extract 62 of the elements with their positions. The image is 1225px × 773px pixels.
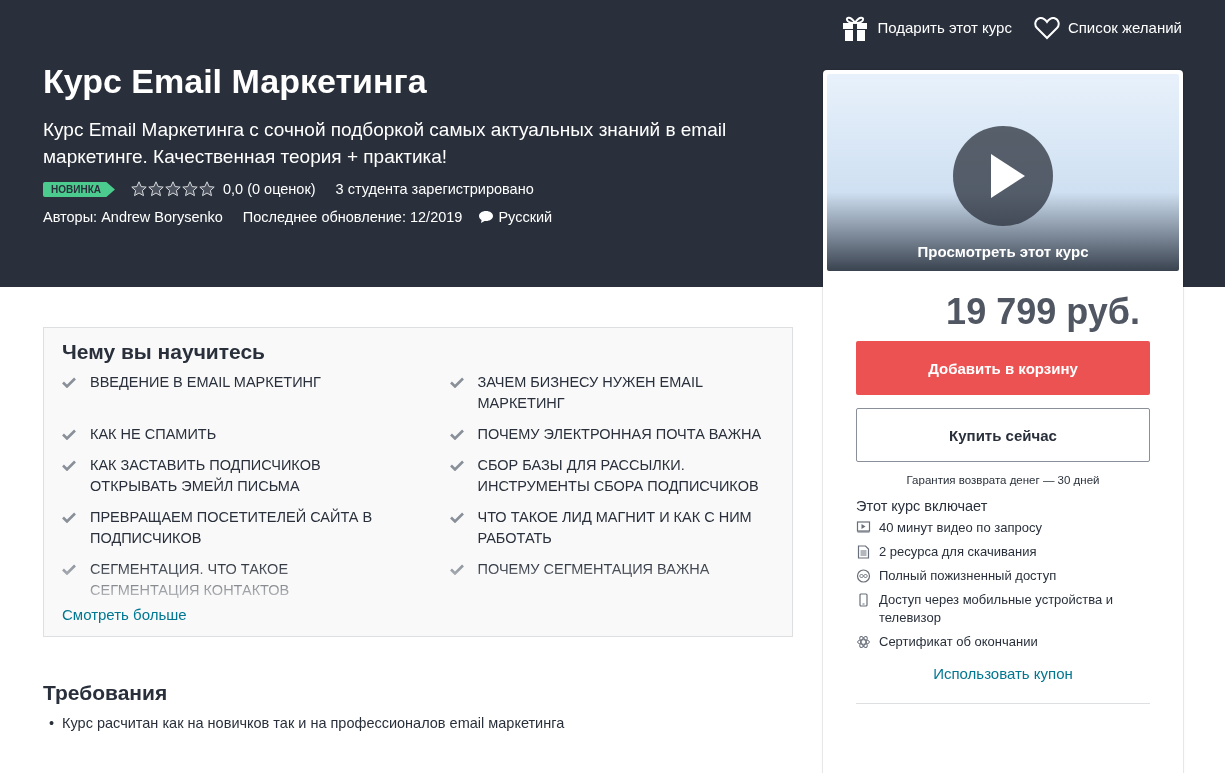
- language-text: Русский: [498, 209, 553, 226]
- gift-link[interactable]: Подарить этот курс: [841, 14, 1012, 41]
- coupon-link[interactable]: Использовать купон: [933, 665, 1073, 682]
- star-icon: [181, 181, 198, 198]
- students-count: 3 студента зарегистрировано: [335, 181, 534, 198]
- speech-bubble-icon: [478, 210, 495, 225]
- wishlist-link[interactable]: Список желаний: [1033, 15, 1182, 40]
- new-tag: НОВИНКА: [43, 181, 115, 197]
- course-title: Курс Email Маркетинга: [43, 63, 428, 101]
- learning-item: ЗАЧЕМ БИЗНЕСУ НУЖЕН EMAIL МАРКЕТИНГ: [477, 373, 704, 413]
- section-title: Требования: [43, 681, 169, 705]
- star-icon: [130, 181, 147, 198]
- star-icon: [198, 181, 215, 198]
- check-icon: [449, 564, 464, 575]
- check-icon: [62, 564, 76, 575]
- learning-item: КАК ЗАСТАВИТЬ ПОДПИСЧИКОВ ОТКРЫВАТЬ ЭМЕЙЛ ПИСЬМА: [90, 456, 322, 496]
- bullet-mark: •: [49, 715, 55, 731]
- buy-now-button[interactable]: Купить сейчас: [856, 408, 1150, 462]
- includes-title: Этот курс включает: [856, 498, 989, 514]
- star-icon: [147, 181, 164, 198]
- heart-icon: [1033, 15, 1060, 40]
- gift-icon: [841, 14, 870, 41]
- preview-label: Просмотреть этот курс: [917, 243, 1089, 260]
- document-icon: [856, 545, 871, 559]
- check-icon: [449, 429, 464, 440]
- learning-item: КАК НЕ СПАМИТЬ: [90, 425, 217, 444]
- learning-item: ПРЕВРАЩАЕМ ПОСЕТИТЕЛЕЙ САЙТА В ПОДПИСЧИКОВ: [90, 507, 374, 548]
- learning-item: ЧТО ТАКОЕ ЛИД МАГНИТ И КАК С НИМ РАБОТАТЬ: [477, 508, 753, 548]
- show-more-link[interactable]: Смотреть больше: [62, 606, 187, 623]
- check-icon: [449, 460, 464, 471]
- course-preview[interactable]: Просмотреть этот курс: [827, 74, 1179, 271]
- include-item: 2 ресурса для скачивания: [879, 543, 1037, 561]
- authors-text: Авторы: Andrew Borysenko: [43, 209, 223, 226]
- learning-item: СБОР БАЗЫ ДЛЯ РАССЫЛКИ. ИНСТРУМЕНТЫ СБОРА ПОДПИСЧИКОВ: [477, 456, 760, 496]
- check-icon: [62, 460, 76, 471]
- include-item: 40 минут видео по запросу: [879, 519, 1042, 537]
- learning-item: СЕГМЕНТАЦИЯ. ЧТО ТАКОЕ СЕГМЕНТАЦИЯ КОНТАКТОВ: [90, 560, 291, 598]
- learning-item: ПОЧЕМУ ЭЛЕКТРОННАЯ ПОЧТА ВАЖНА: [477, 425, 762, 444]
- atom-icon: [856, 635, 871, 649]
- course-subtitle: Курс Email Маркетинга с сочной подборкой самых актуальных знаний в email маркетинге. Качественная теория + практика!: [43, 118, 728, 170]
- learning-item: ПОЧЕМУ СЕГМЕНТАЦИЯ ВАЖНА: [477, 560, 710, 579]
- check-icon: [62, 377, 76, 388]
- learning-item: ВВЕДЕНИЕ В EMAIL МАРКЕТИНГ: [90, 373, 321, 392]
- play-icon: [953, 126, 1053, 226]
- guarantee-text: Гарантия возврата денег — 30 дней: [905, 474, 1101, 486]
- star-icon: [164, 181, 181, 198]
- requirement-text: Курс расчитан как на новичков так и на профессионалов email маркетинга: [62, 715, 565, 731]
- price: 19 799 руб.: [945, 291, 1141, 333]
- check-icon: [449, 377, 464, 388]
- include-item: Сертификат об окончании: [879, 633, 1038, 651]
- update-date: Последнее обновление: 12/2019: [242, 209, 463, 226]
- check-icon: [62, 429, 76, 440]
- section-title: Чему вы научитесь: [62, 340, 267, 364]
- infinity-icon: [856, 569, 871, 583]
- include-item: Доступ через мобильные устройства и телевизор: [879, 591, 1115, 627]
- video-icon: [856, 521, 871, 533]
- check-icon: [449, 512, 464, 523]
- include-item: Полный пожизненный доступ: [879, 567, 1057, 585]
- check-icon: [62, 512, 76, 523]
- add-to-cart-button[interactable]: Добавить в корзину: [856, 341, 1150, 395]
- phone-icon: [856, 593, 871, 607]
- rating-text: 0,0 (0 оценок): [222, 181, 316, 198]
